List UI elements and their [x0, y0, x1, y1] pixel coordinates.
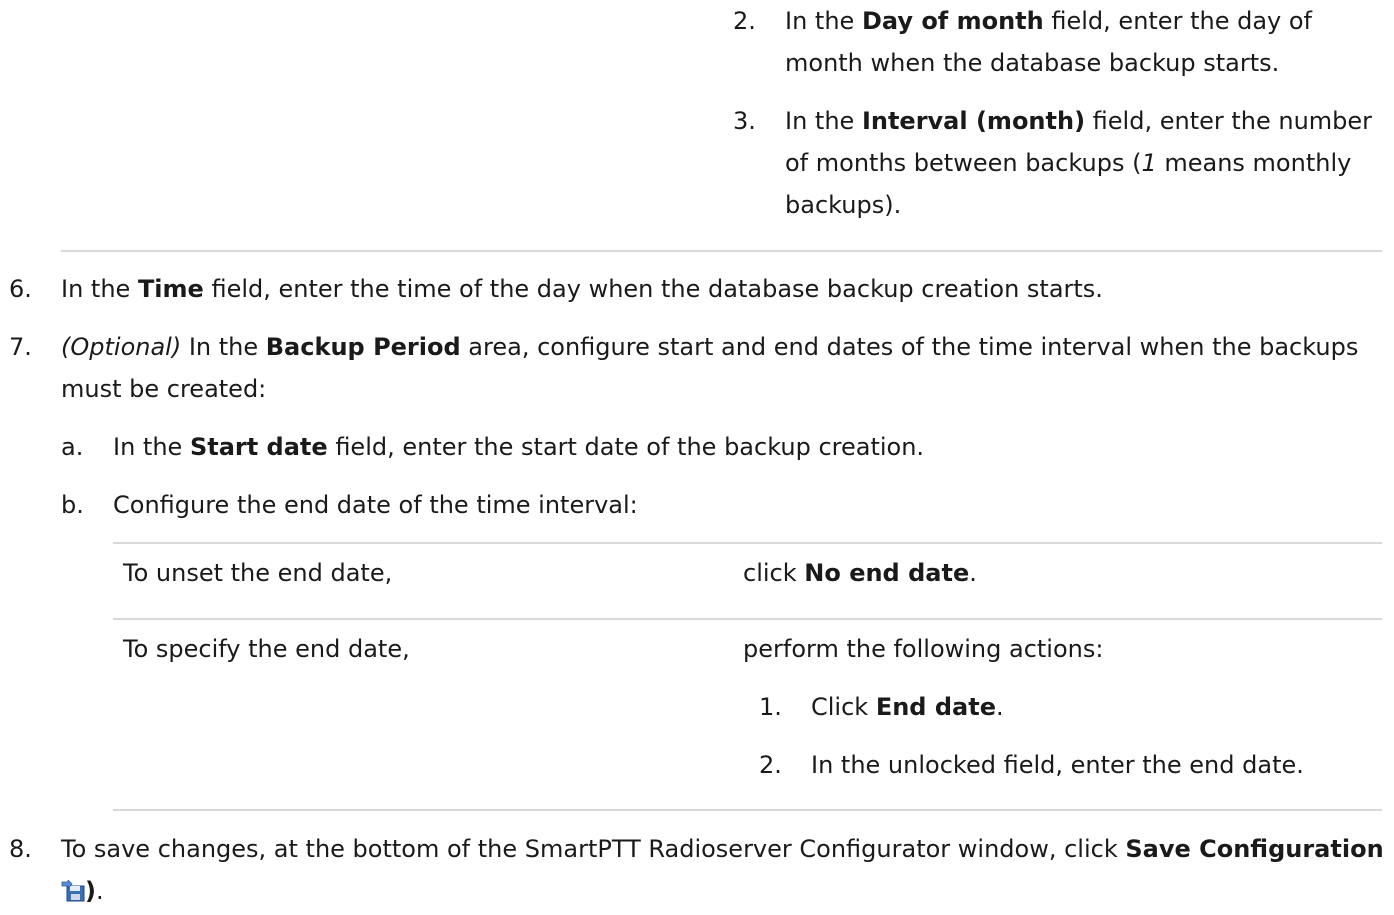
optional-label: (Optional) [61, 333, 182, 361]
list-letter: b. [61, 491, 84, 519]
list-text-line2: of months between backups (1 means month… [785, 149, 1352, 177]
button-name-end: ) [85, 877, 96, 905]
divider [61, 250, 1382, 252]
list-text: In the Start date field, enter the start… [113, 433, 925, 461]
list-number: 2. [759, 751, 782, 779]
field-name: Start date [189, 433, 328, 461]
list-text: To save changes, at the bottom of the Sm… [61, 828, 1394, 870]
option-name: End date [875, 693, 996, 721]
list-text: In the Interval (month) field, enter the… [785, 107, 1373, 135]
option-name: No end date [804, 559, 970, 587]
table-cell-action: perform the following actions: [743, 635, 1104, 663]
table-cell-condition: To specify the end date, [123, 635, 410, 663]
area-name: Backup Period [265, 333, 461, 361]
list-text-line3: backups). [785, 191, 902, 219]
list-text: In the Time field, enter the time of the… [61, 275, 1103, 303]
list-text: Click End date. [811, 693, 1004, 721]
list-text-line2: ). [61, 870, 104, 912]
list-letter: a. [61, 433, 84, 461]
list-text: In the unlocked field, enter the end dat… [811, 751, 1304, 779]
field-name: Time [137, 275, 204, 303]
list-number: 6. [9, 275, 32, 303]
field-name: Day of month [861, 7, 1044, 35]
list-number: 3. [733, 107, 756, 135]
table-row-border [113, 618, 1382, 620]
list-text-line2: month when the database backup starts. [785, 49, 1280, 77]
list-number: 8. [9, 835, 32, 863]
list-text: Configure the end date of the time inter… [113, 491, 638, 519]
list-text-line2: must be created: [61, 375, 267, 403]
table-top-border [113, 542, 1382, 544]
table-bottom-border [113, 809, 1382, 811]
list-text: (Optional) In the Backup Period area, co… [61, 333, 1359, 361]
list-number: 2. [733, 7, 756, 35]
field-name: Interval (month) [861, 107, 1086, 135]
button-name: Save Configuration ( [1125, 835, 1394, 863]
save-configuration-icon [61, 873, 85, 902]
table-cell-action: click No end date. [743, 559, 977, 587]
list-number: 1. [759, 693, 782, 721]
list-text: In the Day of month field, enter the day… [785, 7, 1312, 35]
list-number: 7. [9, 333, 32, 361]
table-cell-condition: To unset the end date, [123, 559, 393, 587]
